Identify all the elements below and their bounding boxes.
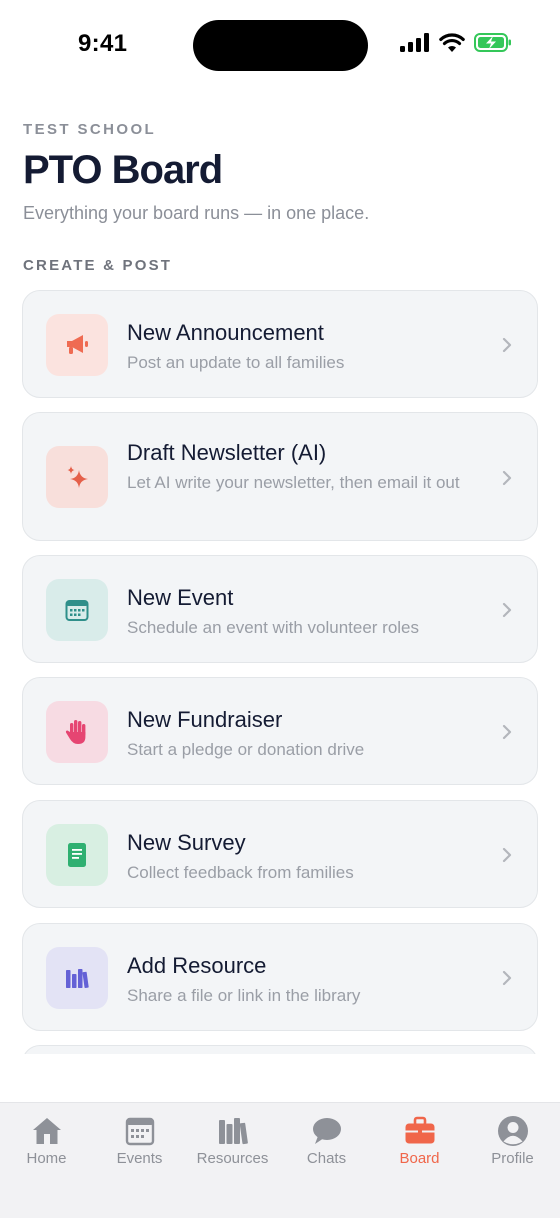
books-icon — [218, 1118, 248, 1145]
card-description: Collect feedback from families — [127, 863, 354, 882]
card-description: Post an update to all families — [127, 353, 345, 372]
status-time: 9:41 — [78, 30, 128, 57]
card-title: Add Resource — [127, 953, 267, 978]
chevron-right-icon — [502, 470, 512, 486]
tab-label: Resources — [196, 1150, 269, 1167]
action-list[interactable]: New Announcement Post an update to all f… — [0, 290, 560, 1054]
tab-chats[interactable]: Chats — [280, 1103, 373, 1183]
school-name: TEST SCHOOL — [23, 121, 157, 138]
status-icons — [400, 33, 512, 52]
card-description: Start a pledge or donation drive — [127, 740, 365, 759]
chevron-right-icon — [502, 724, 512, 740]
tab-resources[interactable]: Resources — [186, 1103, 279, 1183]
chat-bubble-icon — [312, 1118, 341, 1144]
chevron-right-icon — [502, 970, 512, 986]
tab-label: Home — [26, 1150, 67, 1167]
dynamic-island — [193, 20, 368, 71]
books-icon — [46, 947, 108, 1009]
calendar-icon — [46, 579, 108, 641]
sparkle-icon — [46, 446, 108, 508]
card-description: Let AI write your newsletter, then email… — [127, 473, 460, 492]
partial-card[interactable] — [22, 1045, 538, 1054]
chevron-right-icon — [502, 337, 512, 353]
new-survey-card[interactable]: New Survey Collect feedback from familie… — [22, 800, 538, 908]
tab-board[interactable]: Board — [373, 1103, 466, 1183]
card-title: New Survey — [127, 830, 246, 855]
tab-label: Profile — [491, 1150, 534, 1167]
tab-label: Events — [116, 1150, 163, 1167]
new-announcement-card[interactable]: New Announcement Post an update to all f… — [22, 290, 538, 398]
person-icon — [497, 1116, 528, 1146]
cellular-signal-icon — [400, 33, 429, 52]
battery-charging-icon — [474, 33, 511, 52]
card-title: New Event — [127, 585, 234, 610]
calendar-icon — [125, 1117, 154, 1146]
hand-icon — [46, 701, 108, 763]
chevron-right-icon — [502, 847, 512, 863]
document-icon — [46, 824, 108, 886]
tab-bar: Home Events Resources Chats Board Profil… — [0, 1102, 560, 1218]
briefcase-icon — [405, 1116, 434, 1144]
tab-label: Board — [399, 1150, 440, 1167]
wifi-icon — [439, 33, 465, 52]
page-subtitle: Everything your board runs — in one plac… — [23, 203, 370, 223]
card-title: New Fundraiser — [127, 707, 283, 732]
megaphone-icon — [46, 314, 108, 376]
card-description: Schedule an event with volunteer roles — [127, 618, 420, 637]
home-icon — [32, 1118, 61, 1144]
chevron-right-icon — [502, 602, 512, 618]
new-event-card[interactable]: New Event Schedule an event with volunte… — [22, 555, 538, 663]
tab-home[interactable]: Home — [0, 1103, 93, 1183]
section-label: CREATE & POST — [23, 257, 173, 274]
card-title: Draft Newsletter (AI) — [127, 440, 327, 465]
page-title: PTO Board — [23, 148, 223, 192]
new-fundraiser-card[interactable]: New Fundraiser Start a pledge or donatio… — [22, 677, 538, 785]
tab-events[interactable]: Events — [93, 1103, 186, 1183]
card-title: New Announcement — [127, 320, 324, 345]
tab-profile[interactable]: Profile — [466, 1103, 559, 1183]
add-resource-card[interactable]: Add Resource Share a file or link in the… — [22, 923, 538, 1031]
page-header: TEST SCHOOL PTO Board Everything your bo… — [23, 121, 537, 224]
draft-newsletter-card[interactable]: Draft Newsletter (AI) Let AI write your … — [22, 412, 538, 541]
status-bar: 9:41 — [0, 0, 560, 92]
card-description: Share a file or link in the library — [127, 986, 361, 1005]
tab-label: Chats — [306, 1150, 347, 1167]
